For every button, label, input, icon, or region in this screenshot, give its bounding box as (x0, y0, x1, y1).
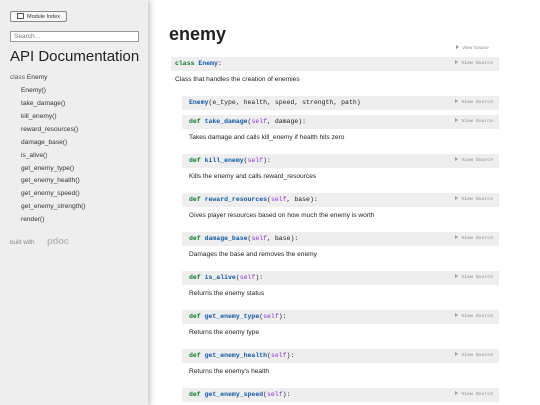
view-source-class[interactable]: View Source (455, 57, 493, 71)
triangle-right-icon (455, 157, 459, 161)
method-params: ): (263, 157, 271, 164)
built-with-text: built with (10, 239, 35, 246)
method-name: reward_resources (204, 196, 268, 203)
self-keyword: self (270, 352, 287, 359)
method-docstring: Returns the enemy's health (189, 368, 270, 375)
self-keyword: self (239, 274, 256, 281)
triangle-right-icon (455, 196, 459, 200)
self-keyword: self (263, 313, 279, 320)
sidebar: Module Index API Documentation class Ene… (0, 0, 148, 405)
self-keyword: self (251, 118, 268, 125)
sidebar-item-render[interactable]: render() (21, 216, 44, 223)
self-keyword: self (270, 196, 287, 203)
method-name: kill_enemy (204, 157, 244, 164)
view-source-method[interactable]: View Source (455, 193, 493, 207)
triangle-right-icon (455, 99, 459, 103)
method-params: ): (278, 313, 287, 320)
method-signature-get-enemy-type: def get_enemy_type(self): View Source (182, 310, 499, 324)
view-source-method[interactable]: View Source (455, 349, 493, 363)
method-docstring: Returns the enemy type (189, 329, 260, 336)
sidebar-item-reward-resources[interactable]: reward_resources() (21, 126, 78, 133)
method-name: damage_base (204, 235, 248, 242)
def-keyword: def (189, 118, 201, 125)
search-input[interactable] (10, 31, 139, 42)
method-name: is_alive (204, 274, 236, 281)
api-documentation-title: API Documentation (10, 48, 140, 65)
sidebar-item-get-enemy-speed[interactable]: get_enemy_speed() (21, 190, 80, 197)
index-icon (16, 13, 24, 19)
class-signature: class Enemy: View Source (171, 57, 499, 71)
sidebar-item-take-damage[interactable]: take_damage() (21, 100, 65, 107)
sidebar-item-get-enemy-strength[interactable]: get_enemy_strength() (21, 203, 86, 210)
method-name: get_enemy_speed (204, 391, 264, 398)
constructor-signature: Enemy(e_type, health, speed, strength, p… (182, 96, 499, 110)
method-signature-is-alive: def is_alive(self): View Source (182, 271, 499, 285)
method-params: , base): (286, 196, 318, 203)
sidebar-item-kill-enemy[interactable]: kill_enemy() (21, 113, 57, 120)
triangle-right-icon (455, 60, 459, 64)
sidebar-item-get-enemy-health[interactable]: get_enemy_health() (21, 177, 80, 184)
view-source-method[interactable]: View Source (455, 310, 493, 324)
view-source-method[interactable]: View Source (455, 388, 493, 402)
method-signature-take-damage: def take_damage(self, damage): View Sourc… (182, 115, 499, 129)
triangle-right-icon (455, 313, 459, 317)
module-index-label: Module Index (26, 14, 61, 20)
module-heading: enemy (169, 24, 227, 44)
module-index-button[interactable]: Module Index (10, 11, 67, 22)
method-docstring: Takes damage and calls kill_enemy if hea… (189, 134, 345, 141)
triangle-right-icon (456, 45, 459, 49)
method-params: ): (255, 274, 264, 281)
view-source-method[interactable]: View Source (455, 154, 493, 168)
def-keyword: def (189, 313, 201, 320)
def-keyword: def (189, 157, 201, 164)
def-keyword: def (189, 352, 201, 359)
main-content: enemy View Source class Enemy: View Sour… (148, 0, 540, 405)
self-keyword: self (267, 391, 283, 398)
method-params: ): (286, 352, 295, 359)
view-source-method[interactable]: View Source (455, 271, 493, 285)
method-signature-get-enemy-health: def get_enemy_health(self): View Source (182, 349, 499, 363)
method-signature-damage-base: def damage_base(self, base): View Source (182, 232, 499, 246)
sidebar-item-class-enemy[interactable]: class Enemy (10, 74, 47, 81)
method-docstring: Kills the enemy and calls reward_resourc… (189, 173, 317, 180)
def-keyword: def (189, 274, 201, 281)
def-keyword: def (189, 391, 201, 398)
triangle-right-icon (455, 391, 459, 395)
view-source-method[interactable]: View Source (455, 115, 493, 129)
self-keyword: self (251, 235, 268, 242)
method-signature-get-enemy-speed: def get_enemy_speed(self): View Source (182, 388, 499, 402)
method-signature-reward-resources: def reward_resources(self, base): View So… (182, 193, 499, 207)
self-keyword: self (247, 157, 264, 164)
triangle-right-icon (455, 352, 459, 356)
sidebar-item-get-enemy-type[interactable]: get_enemy_type() (21, 165, 74, 172)
method-params: , damage): (267, 118, 307, 125)
method-name: get_enemy_type (204, 313, 260, 320)
method-docstring: Damages the base and removes the enemy (189, 251, 317, 258)
sidebar-item-damage-base[interactable]: damage_base() (21, 139, 67, 146)
triangle-right-icon (455, 274, 459, 278)
method-docstring: Returns the enemy status (189, 290, 265, 297)
sidebar-item-is-alive[interactable]: is_alive() (21, 152, 47, 159)
def-keyword: def (189, 235, 201, 242)
view-source-method[interactable]: View Source (455, 232, 493, 246)
triangle-right-icon (455, 118, 459, 122)
view-source-constructor[interactable]: View Source (455, 96, 493, 110)
sidebar-item-enemy[interactable]: Enemy() (21, 87, 46, 94)
method-params: , base): (267, 235, 299, 242)
method-docstring: Gives player resources based on how much… (189, 212, 375, 219)
def-keyword: def (189, 196, 201, 203)
method-params: ): (282, 391, 291, 398)
pdoc-logo[interactable]: pdoc (47, 236, 69, 247)
triangle-right-icon (455, 235, 459, 239)
class-docstring: Class that handles the creation of enemi… (175, 76, 300, 83)
method-signature-kill-enemy: def kill_enemy(self): View Source (182, 154, 499, 168)
method-name: take_damage (204, 118, 248, 125)
view-source-module[interactable]: View Source (456, 45, 489, 51)
method-name: get_enemy_health (204, 352, 268, 359)
